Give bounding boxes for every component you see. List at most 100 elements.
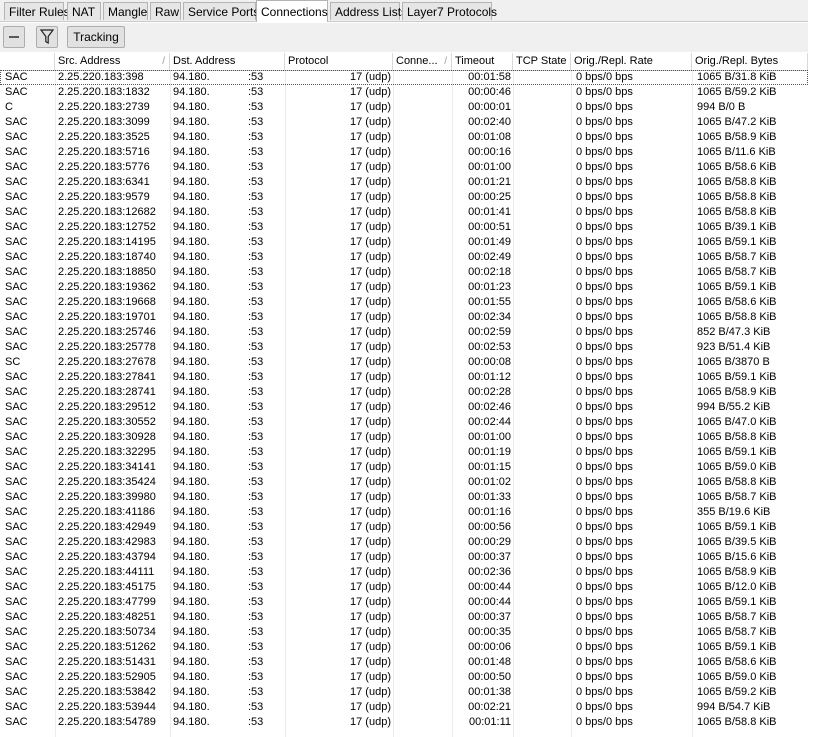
timeout-cell: 00:02:49: [468, 251, 511, 263]
column-header-timeout[interactable]: Timeout: [452, 53, 513, 70]
column-header-connection[interactable]: Conne... /: [393, 53, 452, 70]
table-row[interactable]: SAC 2.25.220.183:50734 94.180.:53 17 (udp) 0…: [0, 625, 808, 640]
table-row[interactable]: SAC 2.25.220.183:14195 94.180.:53 17 (udp) 0…: [0, 235, 808, 250]
column-header-tcp-state[interactable]: TCP State: [513, 53, 571, 70]
table-row[interactable]: SAC 2.25.220.183:5776 94.180.:53 17 (udp) 00…: [0, 160, 808, 175]
table-row[interactable]: SAC 2.25.220.183:51262 94.180.:53 17 (udp) 0…: [0, 640, 808, 655]
column-header-protocol[interactable]: Protocol: [285, 53, 393, 70]
rate-cell: 0 bps/0 bps: [576, 206, 633, 218]
table-row[interactable]: SAC 2.25.220.183:30552 94.180.:53 17 (udp) 0…: [0, 415, 808, 430]
dst-port-cell: :53: [248, 101, 264, 113]
tab-service-ports[interactable]: Service Ports: [183, 2, 259, 20]
tab-connections[interactable]: Connections: [256, 0, 328, 22]
table-row[interactable]: SAC 2.25.220.183:44111 94.180.:53 17 (udp) 0…: [0, 565, 808, 580]
protocol-cell: 17 (udp): [350, 416, 391, 428]
protocol-cell: 17 (udp): [350, 626, 391, 638]
table-row[interactable]: SAC 2.25.220.183:42949 94.180.:53 17 (udp) 0…: [0, 520, 808, 535]
table-row[interactable]: SAC 2.25.220.183:3525 94.180.:53 17 (udp) 00…: [0, 130, 808, 145]
table-row[interactable]: SAC 2.25.220.183:53944 94.180.:53 17 (udp) 0…: [0, 700, 808, 715]
table-row[interactable]: SAC 2.25.220.183:30928 94.180.:53 17 (udp) 0…: [0, 430, 808, 445]
tracking-button[interactable]: Tracking: [67, 26, 125, 48]
src-address-cell: 2.25.220.183:398: [58, 71, 144, 83]
remove-button[interactable]: [3, 26, 25, 48]
table-row[interactable]: SAC 2.25.220.183:54789 94.180.:53 17 (udp) 0…: [0, 715, 808, 730]
column-header-dst-address[interactable]: Dst. Address: [170, 53, 285, 70]
table-row[interactable]: SAC 2.25.220.183:34141 94.180.:53 17 (udp) 0…: [0, 460, 808, 475]
dst-address-cell: 94.180.: [173, 371, 210, 383]
table-row[interactable]: SAC 2.25.220.183:45175 94.180.:53 17 (udp) 0…: [0, 580, 808, 595]
column-header-rate[interactable]: Orig./Repl. Rate: [571, 53, 692, 70]
table-row[interactable]: SAC 2.25.220.183:1832 94.180.:53 17 (udp) 00…: [0, 85, 808, 100]
tab-address-lists[interactable]: Address Lists: [330, 2, 407, 20]
bytes-cell: 1065 B/3870 B: [697, 356, 770, 368]
table-row[interactable]: SAC 2.25.220.183:32295 94.180.:53 17 (udp) 0…: [0, 445, 808, 460]
table-row[interactable]: SAC 2.25.220.183:12752 94.180.:53 17 (udp) 0…: [0, 220, 808, 235]
table-row[interactable]: SAC 2.25.220.183:39980 94.180.:53 17 (udp) 0…: [0, 490, 808, 505]
bytes-cell: 355 B/19.6 KiB: [697, 506, 771, 518]
table-row[interactable]: SAC 2.25.220.183:48251 94.180.:53 17 (udp) 0…: [0, 610, 808, 625]
rate-cell: 0 bps/0 bps: [576, 371, 633, 383]
dst-port-cell: :53: [248, 146, 264, 158]
rate-cell: 0 bps/0 bps: [576, 311, 633, 323]
table-row[interactable]: SAC 2.25.220.183:9579 94.180.:53 17 (udp) 00…: [0, 190, 808, 205]
dst-address-cell: 94.180.: [173, 641, 210, 653]
table-row[interactable]: SAC 2.25.220.183:25746 94.180.:53 17 (udp) 0…: [0, 325, 808, 340]
src-address-cell: 2.25.220.183:44111: [58, 566, 155, 578]
timeout-cell: 00:01:02: [468, 476, 511, 488]
table-row[interactable]: SAC 2.25.220.183:12682 94.180.:53 17 (udp) 0…: [0, 205, 808, 220]
table-row[interactable]: SAC 2.25.220.183:29512 94.180.:53 17 (udp) 0…: [0, 400, 808, 415]
table-row[interactable]: SAC 2.25.220.183:35424 94.180.:53 17 (udp) 0…: [0, 475, 808, 490]
column-header-src-address[interactable]: Src. Address /: [55, 53, 170, 70]
src-address-cell: 2.25.220.183:39980: [58, 491, 156, 503]
tab-filter-rules[interactable]: Filter Rules: [4, 2, 70, 20]
table-row[interactable]: SC 2.25.220.183:27678 94.180.:53 17 (udp) 00…: [0, 355, 808, 370]
dst-port-cell: :53: [248, 551, 264, 563]
table-row[interactable]: C 2.25.220.183:2739 94.180.:53 17 (udp) 00:0…: [0, 100, 808, 115]
table-row[interactable]: SAC 2.25.220.183:51431 94.180.:53 17 (udp) 0…: [0, 655, 808, 670]
protocol-cell: 17 (udp): [350, 536, 391, 548]
bytes-cell: 1065 B/59.1 KiB: [697, 521, 777, 533]
tab-raw[interactable]: Raw: [150, 2, 181, 20]
rate-cell: 0 bps/0 bps: [576, 161, 633, 173]
tab-nat[interactable]: NAT: [67, 2, 101, 20]
table-row[interactable]: SAC 2.25.220.183:5716 94.180.:53 17 (udp) 00…: [0, 145, 808, 160]
table-row[interactable]: SAC 2.25.220.183:398 94.180.:53 17 (udp) 00:…: [0, 70, 808, 85]
filter-button[interactable]: [36, 26, 58, 48]
table-row[interactable]: SAC 2.25.220.183:19668 94.180.:53 17 (udp) 0…: [0, 295, 808, 310]
dst-address-cell: 94.180.: [173, 491, 210, 503]
table-row[interactable]: SAC 2.25.220.183:41186 94.180.:53 17 (udp) 0…: [0, 505, 808, 520]
table-row[interactable]: SAC 2.25.220.183:47799 94.180.:53 17 (udp) 0…: [0, 595, 808, 610]
dst-port-cell: :53: [248, 431, 264, 443]
timeout-cell: 00:00:16: [468, 146, 511, 158]
protocol-cell: 17 (udp): [350, 506, 391, 518]
table-row[interactable]: SAC 2.25.220.183:19362 94.180.:53 17 (udp) 0…: [0, 280, 808, 295]
timeout-cell: 00:02:28: [468, 386, 511, 398]
table-row[interactable]: SAC 2.25.220.183:43794 94.180.:53 17 (udp) 0…: [0, 550, 808, 565]
table-row[interactable]: SAC 2.25.220.183:18740 94.180.:53 17 (udp) 0…: [0, 250, 808, 265]
table-row[interactable]: SAC 2.25.220.183:53842 94.180.:53 17 (udp) 0…: [0, 685, 808, 700]
dst-port-cell: :53: [248, 386, 264, 398]
table-row[interactable]: SAC 2.25.220.183:19701 94.180.:53 17 (udp) 0…: [0, 310, 808, 325]
table-row[interactable]: SAC 2.25.220.183:52905 94.180.:53 17 (udp) 0…: [0, 670, 808, 685]
table-row[interactable]: SAC 2.25.220.183:6341 94.180.:53 17 (udp) 00…: [0, 175, 808, 190]
bytes-cell: 994 B/0 B: [697, 101, 746, 113]
column-header-flags[interactable]: [0, 53, 55, 70]
bytes-cell: 1065 B/58.9 KiB: [697, 566, 777, 578]
src-address-cell: 2.25.220.183:27841: [58, 371, 156, 383]
flags-cell: C: [5, 101, 13, 113]
table-row[interactable]: SAC 2.25.220.183:28741 94.180.:53 17 (udp) 0…: [0, 385, 808, 400]
dst-port-cell: :53: [248, 686, 264, 698]
flags-cell: SAC: [5, 401, 28, 413]
table-row[interactable]: SAC 2.25.220.183:3099 94.180.:53 17 (udp) 00…: [0, 115, 808, 130]
table-row[interactable]: SAC 2.25.220.183:27841 94.180.:53 17 (udp) 0…: [0, 370, 808, 385]
column-header-bytes[interactable]: Orig./Repl. Bytes: [692, 53, 808, 70]
table-row[interactable]: SAC 2.25.220.183:18850 94.180.:53 17 (udp) 0…: [0, 265, 808, 280]
tab-layer7-protocols[interactable]: Layer7 Protocols: [402, 2, 497, 20]
dst-port-cell: :53: [248, 536, 264, 548]
dst-port-cell: :53: [248, 116, 264, 128]
table-row[interactable]: SAC 2.25.220.183:25778 94.180.:53 17 (udp) 0…: [0, 340, 808, 355]
bytes-cell: 852 B/47.3 KiB: [697, 326, 771, 338]
table-row[interactable]: SAC 2.25.220.183:42983 94.180.:53 17 (udp) 0…: [0, 535, 808, 550]
tab-mangle[interactable]: Mangle: [103, 2, 148, 20]
column-header-label: Src. Address: [58, 55, 121, 67]
